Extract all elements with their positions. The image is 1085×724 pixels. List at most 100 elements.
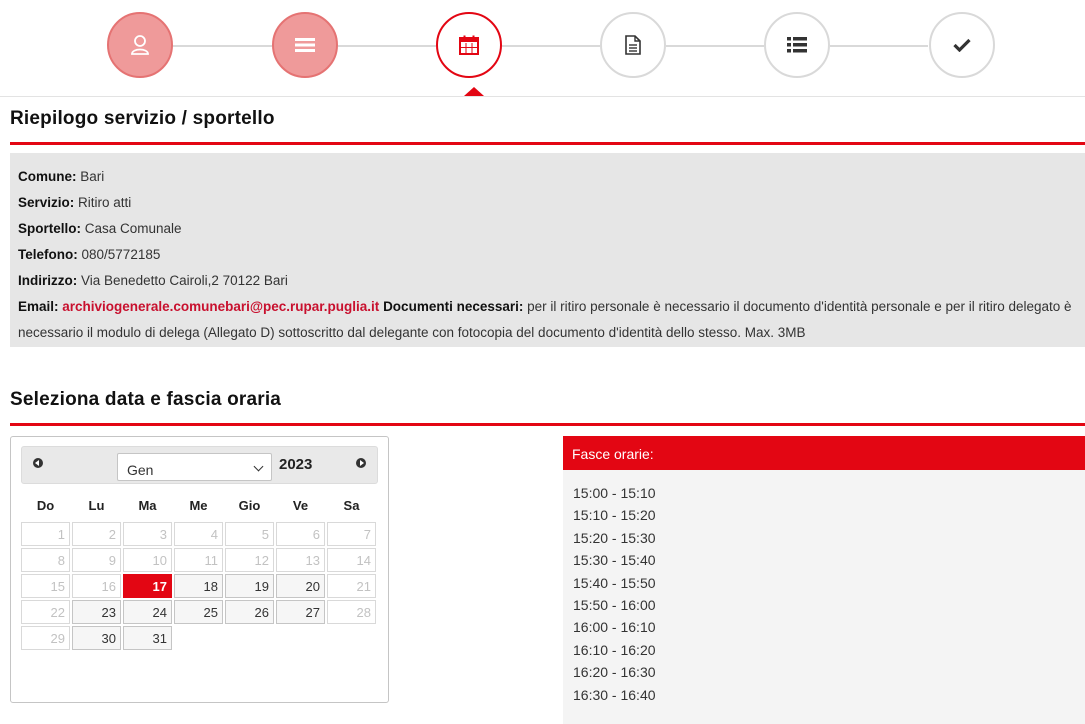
summary-divider	[10, 142, 1085, 145]
list-icon	[787, 37, 807, 53]
step-4-documents[interactable]	[600, 12, 666, 78]
available-day[interactable]: 18	[174, 574, 223, 598]
disabled-day: 2	[72, 522, 121, 546]
step-6-confirm[interactable]	[929, 12, 995, 78]
calendar-icon	[459, 35, 479, 55]
time-slot[interactable]: 15:30 - 15:40	[563, 549, 1085, 571]
indirizzo-value: Via Benedetto Cairoli,2 70122 Bari	[81, 273, 288, 288]
time-slot[interactable]: 15:10 - 15:20	[563, 504, 1085, 526]
step-1-personal-data[interactable]	[107, 12, 173, 78]
available-day[interactable]: 26	[225, 600, 274, 624]
servizio-value: Ritiro atti	[78, 195, 132, 210]
available-day[interactable]: 19	[225, 574, 274, 598]
disabled-day: 9	[72, 548, 121, 572]
menu-icon	[295, 38, 315, 52]
summary-title: Riepilogo servizio / sportello	[10, 108, 275, 129]
email-documents-row: Email: archiviogenerale.comunebari@pec.r…	[18, 294, 1077, 346]
time-slot[interactable]: 15:00 - 15:10	[563, 482, 1085, 504]
time-slot[interactable]: 15:20 - 15:30	[563, 527, 1085, 549]
time-slot[interactable]: 16:30 - 16:40	[563, 684, 1085, 706]
servizio-label: Servizio:	[18, 195, 75, 210]
service-summary: Comune: Bari Servizio: Ritiro atti Sport…	[10, 153, 1085, 347]
disabled-day: 7	[327, 522, 376, 546]
available-day[interactable]: 27	[276, 600, 325, 624]
sportello-row: Sportello: Casa Comunale	[18, 216, 1077, 242]
disabled-day: 29	[21, 626, 70, 650]
time-slots-header: Fasce orarie:	[563, 436, 1085, 470]
available-day[interactable]: 31	[123, 626, 172, 650]
indirizzo-label: Indirizzo:	[18, 273, 78, 288]
time-slot[interactable]: 16:20 - 16:30	[563, 661, 1085, 683]
check-icon	[953, 38, 971, 52]
active-step-pointer	[464, 87, 484, 96]
chevron-down-icon	[253, 461, 264, 472]
available-day[interactable]: 24	[123, 600, 172, 624]
step-connector	[502, 45, 600, 47]
disabled-day: 22	[21, 600, 70, 624]
sportello-label: Sportello:	[18, 221, 81, 236]
time-slot[interactable]: 15:40 - 15:50	[563, 572, 1085, 594]
year-label: 2023	[279, 456, 313, 473]
disabled-day: 3	[123, 522, 172, 546]
empty-day-cell	[327, 626, 376, 650]
step-connector	[172, 45, 272, 47]
empty-day-cell	[174, 626, 223, 650]
available-day[interactable]: 23	[72, 600, 121, 624]
disabled-day: 16	[72, 574, 121, 598]
time-slots-panel: Fasce orarie: 15:00 - 15:10 15:10 - 15:20…	[563, 436, 1085, 724]
selected-day[interactable]: 17	[123, 574, 172, 598]
disabled-day: 12	[225, 548, 274, 572]
disabled-day: 28	[327, 600, 376, 624]
step-5-summary[interactable]	[764, 12, 830, 78]
datepicker: Gen 2023 Do Lu Ma Me Gio Ve Sa 1 2 3 4 5 6 7 8 9 10 11 12…	[10, 436, 389, 703]
disabled-day: 11	[174, 548, 223, 572]
wizard-steps	[0, 0, 1085, 97]
telefono-value: 080/5772185	[81, 247, 161, 262]
comune-label: Comune:	[18, 169, 77, 184]
month-select-value: Gen	[127, 462, 154, 478]
weekday-header: Ve	[292, 497, 309, 513]
month-select[interactable]: Gen	[117, 453, 272, 481]
empty-day-cell	[225, 626, 274, 650]
comune-value: Bari	[80, 169, 105, 184]
step-2-service[interactable]	[272, 12, 338, 78]
time-slot-list: 15:00 - 15:10 15:10 - 15:20 15:20 - 15:30 1…	[563, 470, 1085, 706]
weekday-header: Gio	[238, 497, 261, 513]
weekday-header: Ma	[138, 497, 157, 513]
disabled-day: 6	[276, 522, 325, 546]
available-day[interactable]: 25	[174, 600, 223, 624]
disabled-day: 5	[225, 522, 274, 546]
empty-day-cell	[276, 626, 325, 650]
telefono-row: Telefono: 080/5772185	[18, 242, 1077, 268]
disabled-day: 21	[327, 574, 376, 598]
documenti-label: Documenti necessari:	[383, 299, 524, 314]
disabled-day: 8	[21, 548, 70, 572]
step-3-calendar[interactable]	[436, 12, 502, 78]
disabled-day: 14	[327, 548, 376, 572]
email-link[interactable]: archiviogenerale.comunebari@pec.rupar.pu…	[62, 299, 379, 314]
booking-title: Seleziona data e fascia oraria	[10, 389, 282, 410]
step-connector	[830, 45, 928, 47]
next-month-icon[interactable]	[356, 458, 366, 468]
booking-divider	[10, 423, 1085, 426]
step-connector	[338, 45, 436, 47]
servizio-row: Servizio: Ritiro atti	[18, 190, 1077, 216]
indirizzo-row: Indirizzo: Via Benedetto Cairoli,2 70122…	[18, 268, 1077, 294]
email-label: Email:	[18, 299, 59, 314]
available-day[interactable]: 30	[72, 626, 121, 650]
calendar-grid: Do Lu Ma Me Gio Ve Sa 1 2 3 4 5 6 7 8 9 10 11 12 13 14 15 16 1…	[19, 488, 378, 652]
disabled-day: 1	[21, 522, 70, 546]
disabled-day: 13	[276, 548, 325, 572]
time-slot[interactable]: 15:50 - 16:00	[563, 594, 1085, 616]
step-connector	[666, 45, 764, 47]
time-slot[interactable]: 16:10 - 16:20	[563, 639, 1085, 661]
time-slot[interactable]: 16:00 - 16:10	[563, 616, 1085, 638]
available-day[interactable]: 20	[276, 574, 325, 598]
disabled-day: 15	[21, 574, 70, 598]
weekday-header: Sa	[343, 497, 360, 513]
user-icon	[131, 35, 149, 55]
disabled-day: 4	[174, 522, 223, 546]
sportello-value: Casa Comunale	[84, 221, 182, 236]
disabled-day: 10	[123, 548, 172, 572]
prev-month-icon[interactable]	[33, 458, 43, 468]
